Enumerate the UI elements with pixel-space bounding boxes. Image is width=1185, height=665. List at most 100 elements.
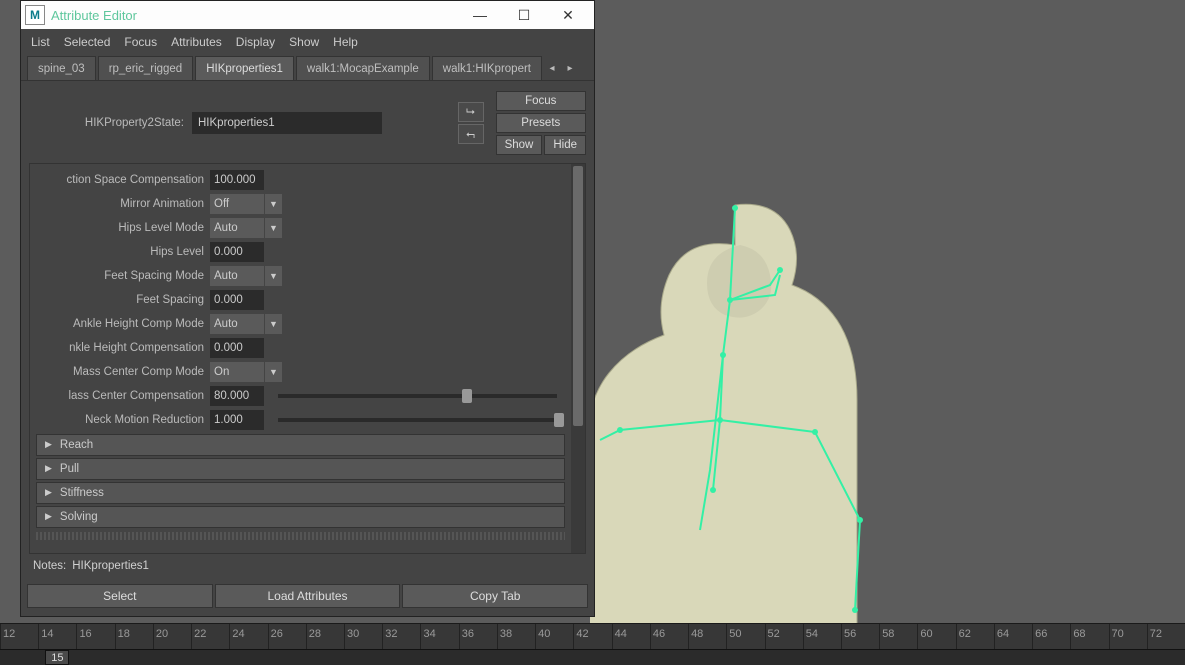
chevron-down-icon[interactable]: ▼ xyxy=(264,218,282,238)
timeline-tick xyxy=(0,624,1,649)
tab-spine_03[interactable]: spine_03 xyxy=(27,56,96,80)
section-label: Pull xyxy=(60,463,79,475)
io-in-icon[interactable]: ⮢ xyxy=(458,124,484,144)
tab-hikproperties1[interactable]: HIKproperties1 xyxy=(195,56,294,80)
timeline-tick xyxy=(268,624,269,649)
dropdown[interactable]: Auto xyxy=(210,218,264,238)
resize-grip[interactable] xyxy=(36,532,565,540)
hide-button[interactable]: Hide xyxy=(544,135,586,155)
scrollbar-thumb[interactable] xyxy=(573,166,583,426)
section-solving[interactable]: ▶Solving xyxy=(36,506,565,528)
menu-attributes[interactable]: Attributes xyxy=(171,35,222,49)
tab-walk1-hikpropert[interactable]: walk1:HIKpropert xyxy=(432,56,542,80)
select-button[interactable]: Select xyxy=(27,584,213,608)
chevron-down-icon[interactable]: ▼ xyxy=(264,362,282,382)
timeline-tick xyxy=(726,624,727,649)
chevron-down-icon[interactable]: ▼ xyxy=(264,314,282,334)
timeline-ruler[interactable] xyxy=(0,624,1185,649)
node-tabs: spine_03rp_eric_riggedHIKproperties1walk… xyxy=(21,55,594,81)
dropdown[interactable]: Auto xyxy=(210,314,264,334)
presets-button[interactable]: Presets xyxy=(496,113,586,133)
field-input[interactable] xyxy=(210,242,264,262)
triangle-right-icon: ▶ xyxy=(45,463,52,474)
field-row: Feet Spacing ModeAuto▼ xyxy=(30,264,571,288)
chevron-down-icon[interactable]: ▼ xyxy=(264,266,282,286)
vertical-scrollbar[interactable] xyxy=(571,164,585,553)
field-row: Hips Level xyxy=(30,240,571,264)
timeline-tick xyxy=(994,624,995,649)
current-frame-indicator[interactable]: 15 xyxy=(45,650,69,665)
dropdown[interactable]: On xyxy=(210,362,264,382)
section-label: Stiffness xyxy=(60,487,104,499)
copy-tab-button[interactable]: Copy Tab xyxy=(402,584,588,608)
menu-show[interactable]: Show xyxy=(289,35,319,49)
field-label: lass Center Compensation xyxy=(36,390,204,402)
timeline-tick xyxy=(459,624,460,649)
section-reach[interactable]: ▶Reach xyxy=(36,434,565,456)
bottom-buttons: Select Load Attributes Copy Tab xyxy=(21,578,594,616)
timeline[interactable]: 15 xyxy=(0,623,1185,665)
timeline-tick xyxy=(612,624,613,649)
maximize-button[interactable]: ☐ xyxy=(502,1,546,29)
tab-rp_eric_rigged[interactable]: rp_eric_rigged xyxy=(98,56,194,80)
field-input[interactable] xyxy=(210,386,264,406)
character-mesh xyxy=(590,185,900,655)
field-input[interactable] xyxy=(210,338,264,358)
section-pull[interactable]: ▶ Pull xyxy=(36,458,565,480)
field-label: Feet Spacing xyxy=(36,294,204,306)
timeline-tick xyxy=(535,624,536,649)
field-label: Ankle Height Comp Mode xyxy=(36,318,204,330)
field-input[interactable] xyxy=(210,170,264,190)
load-attributes-button[interactable]: Load Attributes xyxy=(215,584,401,608)
show-button[interactable]: Show xyxy=(496,135,543,155)
timeline-tick xyxy=(1032,624,1033,649)
close-button[interactable]: ✕ xyxy=(546,1,590,29)
focus-button[interactable]: Focus xyxy=(496,91,586,111)
notes-label: Notes: xyxy=(33,560,66,572)
menu-list[interactable]: List xyxy=(31,35,50,49)
timeline-tick xyxy=(1109,624,1110,649)
field-label: ction Space Compensation xyxy=(36,174,204,186)
section-stiffness[interactable]: ▶Stiffness xyxy=(36,482,565,504)
attribute-editor-panel: M Attribute Editor — ☐ ✕ List Selected F… xyxy=(20,0,595,617)
field-row: Mass Center Comp Mode On▼ xyxy=(30,360,571,384)
field-label: nkle Height Compensation xyxy=(36,342,204,354)
slider-track[interactable] xyxy=(278,418,557,422)
timeline-tick xyxy=(1147,624,1148,649)
slider-thumb[interactable] xyxy=(554,413,564,427)
field-label: Mass Center Comp Mode xyxy=(36,366,204,378)
timeline-tick xyxy=(765,624,766,649)
titlebar[interactable]: M Attribute Editor — ☐ ✕ xyxy=(21,1,594,29)
field-label: Hips Level Mode xyxy=(36,222,204,234)
triangle-right-icon: ▶ xyxy=(45,439,52,450)
slider-track[interactable] xyxy=(278,394,557,398)
timeline-tick xyxy=(153,624,154,649)
timeline-tick xyxy=(803,624,804,649)
field-input[interactable] xyxy=(210,410,264,430)
timeline-tick xyxy=(841,624,842,649)
notes-row: Notes: HIKproperties1 xyxy=(21,554,594,578)
menu-help[interactable]: Help xyxy=(333,35,358,49)
timeline-tick xyxy=(420,624,421,649)
io-out-icon[interactable]: ⮡ xyxy=(458,102,484,122)
tab-scroll-right-icon[interactable]: ▸ xyxy=(562,56,578,80)
timeline-tick xyxy=(1070,624,1071,649)
minimize-button[interactable]: — xyxy=(458,1,502,29)
field-row: ction Space Compensation xyxy=(30,168,571,192)
tab-scroll-left-icon[interactable]: ◂ xyxy=(544,56,560,80)
timeline-strip[interactable]: 15 xyxy=(0,649,1185,665)
menu-focus[interactable]: Focus xyxy=(124,35,157,49)
tab-walk1-mocapexample[interactable]: walk1:MocapExample xyxy=(296,56,430,80)
slider-thumb[interactable] xyxy=(462,389,472,403)
field-label: Hips Level xyxy=(36,246,204,258)
menu-display[interactable]: Display xyxy=(236,35,275,49)
field-input[interactable] xyxy=(210,290,264,310)
triangle-right-icon: ▶ xyxy=(45,511,52,522)
dropdown[interactable]: Auto xyxy=(210,266,264,286)
dropdown[interactable]: Off xyxy=(210,194,264,214)
chevron-down-icon[interactable]: ▼ xyxy=(264,194,282,214)
menu-selected[interactable]: Selected xyxy=(64,35,111,49)
field-label: Mirror Animation xyxy=(36,198,204,210)
node-name-field[interactable] xyxy=(192,112,382,134)
timeline-tick xyxy=(650,624,651,649)
